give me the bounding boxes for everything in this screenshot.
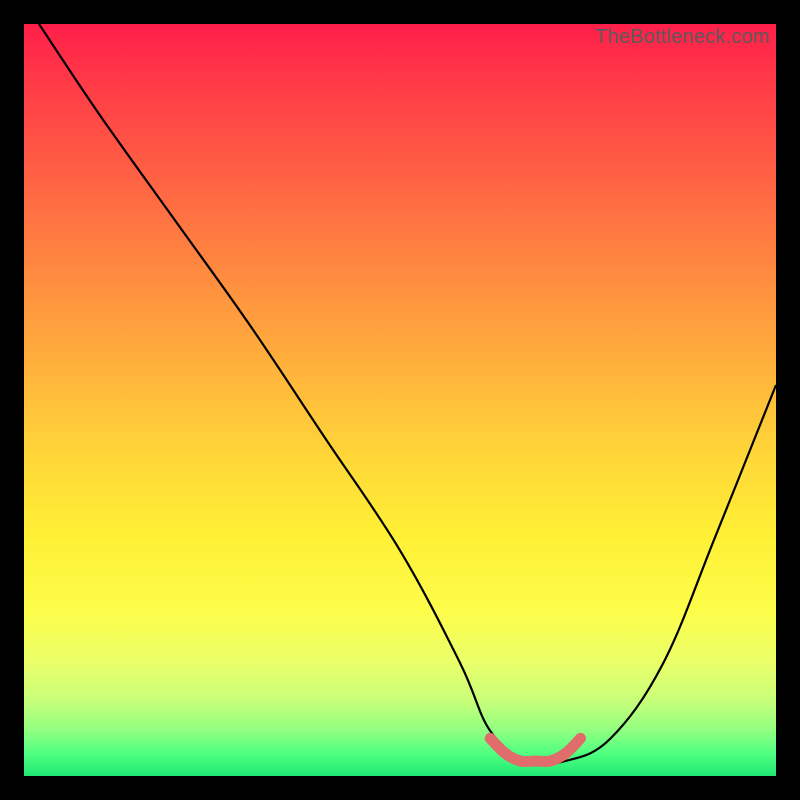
optimal-band — [490, 738, 580, 761]
watermark-text: TheBottleneck.com — [595, 26, 770, 49]
bottleneck-curve — [39, 24, 776, 765]
chart-frame: TheBottleneck.com — [24, 24, 776, 776]
curve-layer — [24, 24, 776, 776]
